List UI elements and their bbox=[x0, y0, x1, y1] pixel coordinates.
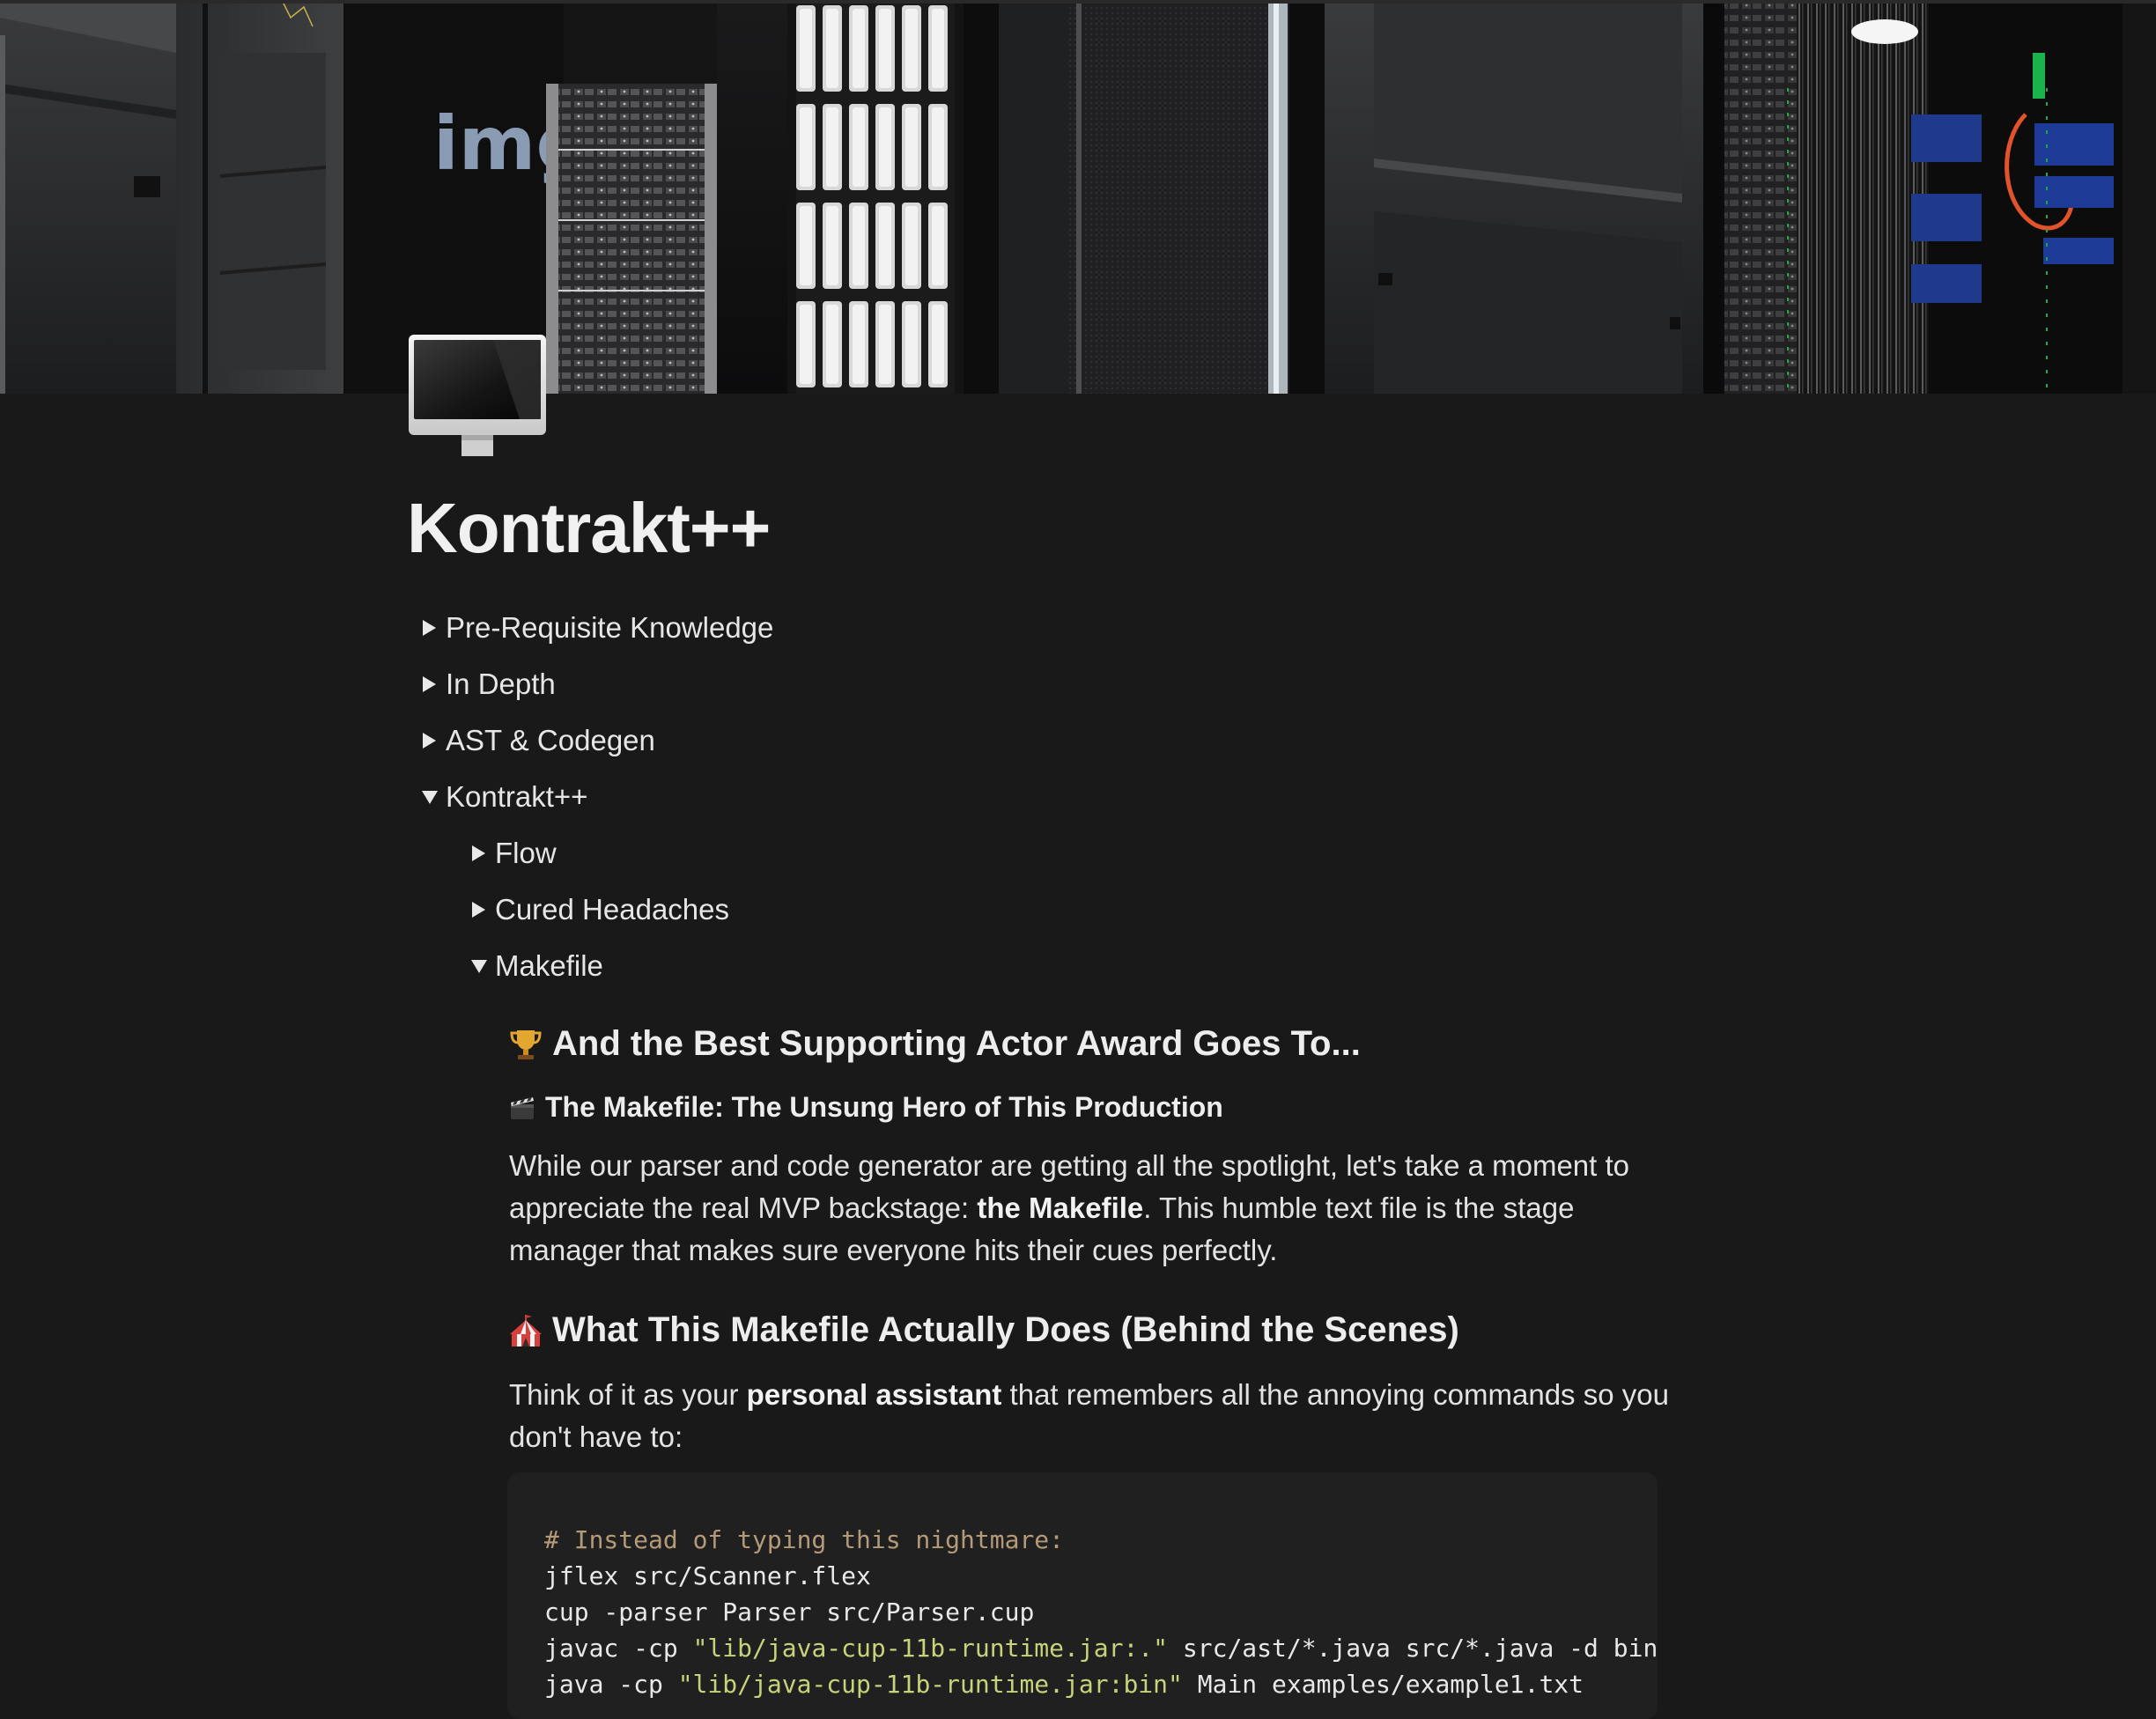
toggle-cured-headaches[interactable]: Cured Headaches bbox=[456, 885, 729, 934]
toggle-label: AST & Codegen bbox=[446, 724, 655, 756]
toggle-pre-requisite-knowledge[interactable]: Pre-Requisite Knowledge bbox=[407, 603, 773, 653]
toggle-label: Kontrakt++ bbox=[446, 780, 588, 813]
paragraph-personal-assistant: Think of it as your personal assistant t… bbox=[509, 1374, 1672, 1458]
page-title: Kontrakt++ bbox=[407, 489, 771, 567]
toggle-makefile[interactable]: Makefile bbox=[456, 941, 603, 991]
heading-unsung-hero: The Makefile: The Unsung Hero of This Pr… bbox=[508, 1091, 1223, 1124]
toggle-label: Flow bbox=[495, 837, 557, 869]
caret-down-icon[interactable] bbox=[407, 772, 446, 822]
caret-right-icon[interactable] bbox=[407, 660, 446, 709]
heading-best-supporting-actor: And the Best Supporting Actor Award Goes… bbox=[508, 1024, 1361, 1064]
code-comment-line: # Instead of typing this nightmare: bbox=[544, 1525, 1065, 1554]
code-line-cup: cup -parser Parser src/Parser.cup bbox=[544, 1597, 1035, 1627]
paragraph-intro: While our parser and code generator are … bbox=[509, 1145, 1672, 1272]
paragraph-bold-text: the Makefile bbox=[977, 1191, 1144, 1224]
heading-text: The Makefile: The Unsung Hero of This Pr… bbox=[545, 1091, 1223, 1123]
clapper-board-icon bbox=[508, 1094, 536, 1122]
code-block[interactable]: # Instead of typing this nightmare: jfle… bbox=[507, 1472, 1658, 1719]
caret-right-icon[interactable] bbox=[407, 603, 446, 653]
trophy-icon bbox=[508, 1027, 543, 1062]
caret-down-icon[interactable] bbox=[456, 941, 495, 991]
toggle-label: In Depth bbox=[446, 668, 556, 700]
circus-tent-icon bbox=[508, 1313, 543, 1348]
heading-text: And the Best Supporting Actor Award Goes… bbox=[552, 1024, 1361, 1063]
cover-image: img bbox=[0, 0, 2156, 394]
code-args: Main examples/example1.txt bbox=[1182, 1670, 1584, 1699]
code-string: "lib/java-cup-11b-runtime.jar:." bbox=[692, 1634, 1169, 1663]
code-line-jflex: jflex src/Scanner.flex bbox=[544, 1561, 871, 1590]
caret-right-icon[interactable] bbox=[456, 829, 495, 878]
code-args: src/ast/*.java src/*.java -d bin bbox=[1168, 1634, 1658, 1663]
code-command: javac -cp bbox=[544, 1634, 693, 1663]
code-line-javac: javac -cp "lib/java-cup-11b-runtime.jar:… bbox=[544, 1630, 1658, 1666]
caret-right-icon[interactable] bbox=[456, 885, 495, 934]
toggle-flow[interactable]: Flow bbox=[456, 829, 557, 878]
toggle-kontrakt[interactable]: Kontrakt++ bbox=[407, 772, 587, 822]
heading-text: What This Makefile Actually Does (Behind… bbox=[552, 1310, 1459, 1349]
toggle-label: Cured Headaches bbox=[495, 893, 729, 926]
paragraph-bold-text: personal assistant bbox=[746, 1378, 1002, 1411]
toggle-ast-codegen[interactable]: AST & Codegen bbox=[407, 716, 655, 765]
code-command: java -cp bbox=[544, 1670, 678, 1699]
desktop-computer-icon[interactable] bbox=[405, 333, 550, 461]
code-string: "lib/java-cup-11b-runtime.jar:bin" bbox=[677, 1670, 1183, 1699]
heading-what-makefile-does: What This Makefile Actually Does (Behind… bbox=[508, 1310, 1459, 1350]
toggle-label: Makefile bbox=[495, 949, 603, 982]
caret-right-icon[interactable] bbox=[407, 716, 446, 765]
code-line-java: java -cp "lib/java-cup-11b-runtime.jar:b… bbox=[544, 1666, 1622, 1702]
toggle-in-depth[interactable]: In Depth bbox=[407, 660, 556, 709]
paragraph-text: Think of it as your bbox=[509, 1378, 747, 1411]
toggle-label: Pre-Requisite Knowledge bbox=[446, 611, 774, 644]
